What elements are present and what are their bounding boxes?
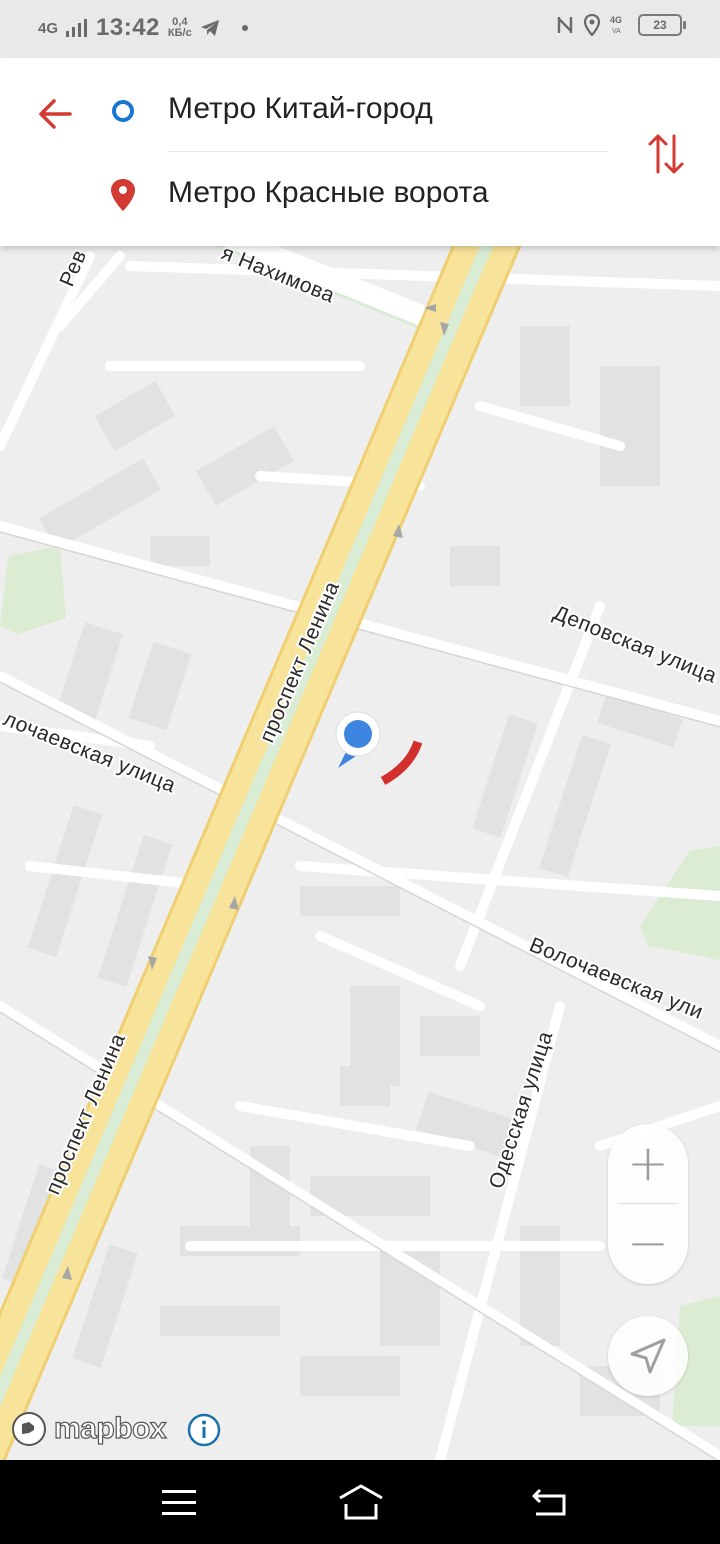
- speed-unit: КБ/с: [167, 27, 192, 39]
- zoom-out-button[interactable]: −: [608, 1204, 688, 1284]
- status-left: 4G 13:42 0,4 КБ/с: [38, 14, 248, 42]
- battery-indicator: 23: [638, 14, 686, 36]
- locate-me-button[interactable]: [608, 1316, 688, 1396]
- heading-arc-icon: [380, 740, 423, 785]
- back-arrow-icon[interactable]: [34, 92, 78, 136]
- network-speed: 0,4 КБ/с: [168, 17, 192, 39]
- svg-text:4G: 4G: [610, 15, 622, 25]
- system-navigation-bar: [0, 1460, 720, 1544]
- signal-icon: [66, 19, 88, 37]
- current-location-marker[interactable]: [335, 711, 381, 768]
- park-area: [0, 546, 66, 634]
- origin-field[interactable]: Метро Китай-город: [168, 92, 433, 126]
- location-pin-icon: [584, 14, 600, 36]
- signal-4g-icon: 4G VA: [610, 15, 622, 35]
- zoom-in-button[interactable]: +: [608, 1124, 688, 1204]
- destination-pin-icon: [111, 179, 135, 211]
- destination-field[interactable]: Метро Красные ворота: [168, 176, 489, 210]
- mapbox-attribution[interactable]: mapbox: [10, 1410, 167, 1448]
- back-icon[interactable]: [530, 1486, 570, 1518]
- nfc-icon: [557, 17, 573, 33]
- navigation-arrow-icon: [630, 1338, 666, 1374]
- mapbox-logo-icon: [12, 1412, 46, 1446]
- mapbox-wordmark: mapbox: [53, 1411, 167, 1445]
- svg-text:VA: VA: [612, 28, 621, 35]
- info-icon[interactable]: [186, 1412, 222, 1448]
- clock: 13:42: [96, 14, 160, 41]
- telegram-icon: [200, 20, 219, 36]
- park-area: [640, 846, 720, 960]
- status-right: 4G VA 23: [556, 14, 686, 36]
- home-icon[interactable]: [336, 1482, 386, 1522]
- network-type: 4G: [38, 19, 59, 37]
- swap-route-icon[interactable]: [644, 130, 688, 178]
- status-bar: 4G 13:42 0,4 КБ/с 4G VA 23: [0, 0, 720, 56]
- route-divider: [168, 151, 608, 152]
- notification-dot-icon: [241, 25, 248, 31]
- origin-dot-icon: [112, 100, 134, 122]
- menu-icon[interactable]: [162, 1488, 198, 1518]
- route-panel: Метро Китай-город Метро Красные ворота: [0, 58, 720, 246]
- zoom-controls: + −: [608, 1124, 688, 1284]
